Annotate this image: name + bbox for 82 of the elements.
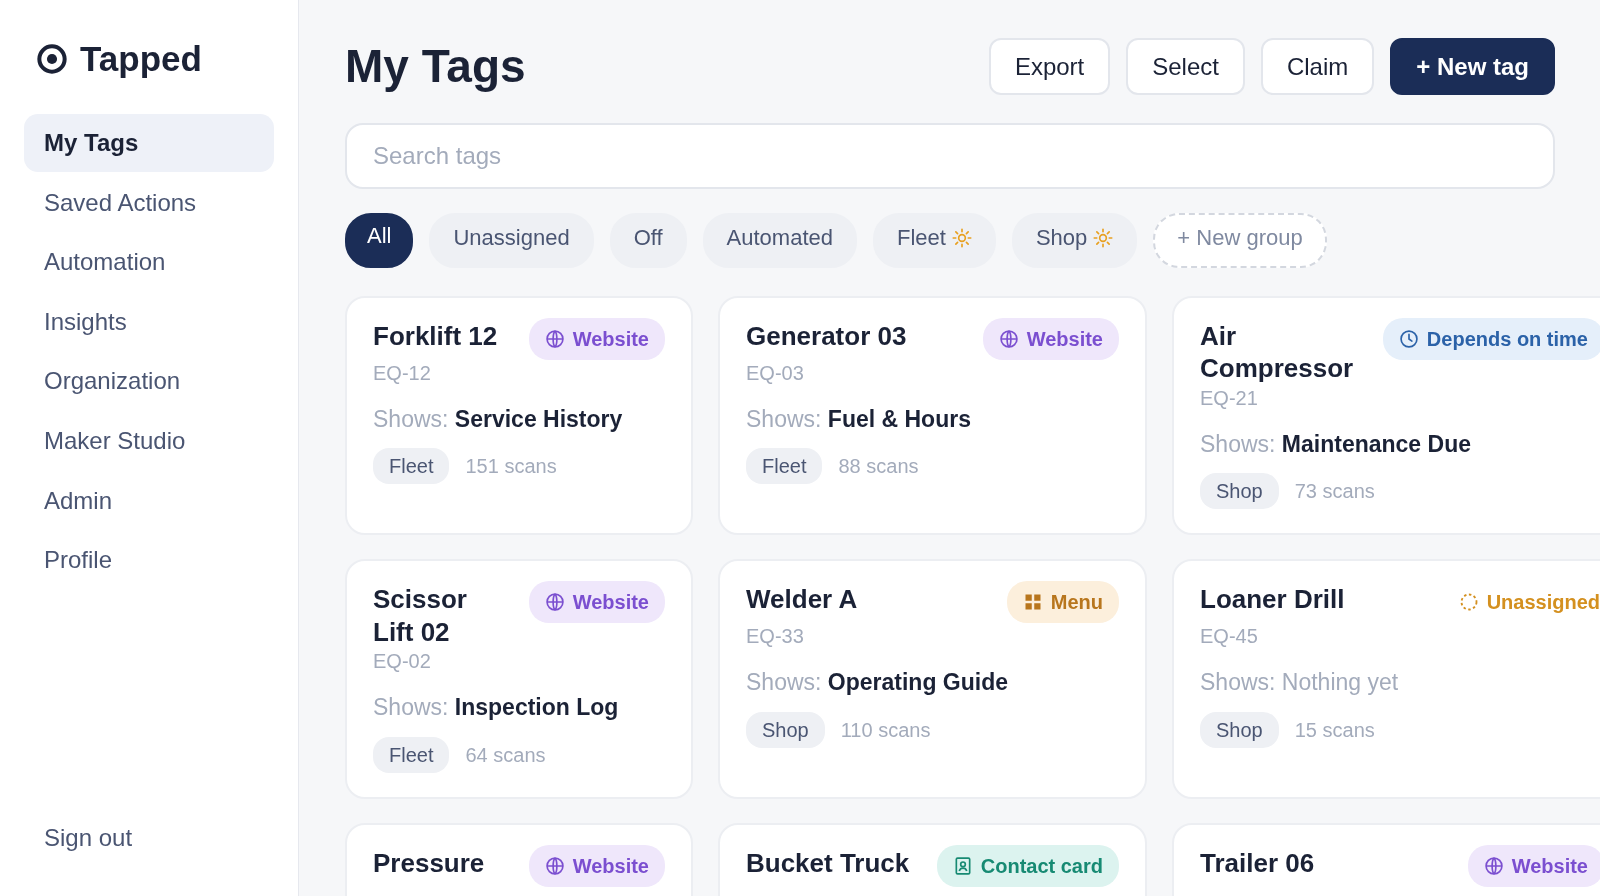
scan-count: 88 scans	[838, 454, 919, 480]
sidebar-item[interactable]: Automation	[24, 233, 274, 291]
filter-chip[interactable]: Unassigned	[429, 213, 594, 268]
tag-code: EQ-21	[1200, 385, 1259, 411]
tag-name: Scissor Lift 02	[373, 583, 468, 649]
action-badge: Website	[1467, 844, 1600, 887]
tag-name: Forklift 12	[373, 319, 498, 353]
shows-text: Shows: Operating Guide	[746, 668, 1009, 698]
group-tag: Fleet	[373, 448, 450, 485]
tag-card[interactable]: Air Compressor Depends on time EQ-21 Shows: Maintenance Due Shop 73 scans	[1172, 295, 1600, 536]
action-badge: Depends on time	[1382, 317, 1600, 360]
action-badge: Menu	[1006, 581, 1119, 624]
sign-out-link[interactable]: Sign out	[24, 820, 274, 866]
sidebar-item[interactable]: Admin	[24, 471, 274, 530]
new-tag-button[interactable]: + New tag	[1390, 38, 1555, 96]
filter-chip[interactable]: All	[345, 213, 414, 268]
sidebar-item[interactable]: Organization	[24, 352, 274, 410]
shows-text: Shows: Maintenance Due	[1200, 429, 1472, 459]
tag-card[interactable]: Pressure Website	[345, 822, 693, 896]
globe-icon	[998, 328, 1019, 349]
tag-card[interactable]: Bucket Truck Contact card	[718, 822, 1147, 896]
globe-icon	[1483, 855, 1504, 876]
tag-card[interactable]: Trailer 06 Website	[1172, 822, 1600, 896]
tag-card[interactable]: Scissor Lift 02 Website EQ-02 Shows: Inspection Log Fleet 64 scans	[345, 559, 693, 799]
tag-name: Welder A	[746, 583, 858, 616]
scan-count: 64 scans	[465, 742, 546, 768]
tag-name: Generator 03	[746, 319, 907, 353]
action-badge: Website	[528, 844, 665, 887]
action-badge: Website	[982, 317, 1119, 360]
toolbar-button[interactable]: Export	[988, 38, 1111, 96]
tag-code: EQ-33	[746, 624, 805, 650]
scan-count: 15 scans	[1294, 717, 1375, 743]
tag-code: EQ-03	[746, 360, 805, 386]
tag-name: Trailer 06	[1200, 846, 1315, 880]
tag-code: EQ-12	[373, 360, 432, 386]
clock-icon	[1398, 328, 1419, 349]
new-group-button[interactable]: + New group	[1153, 213, 1327, 268]
toolbar-button[interactable]: Select	[1126, 38, 1245, 96]
logo-icon	[36, 43, 68, 75]
tag-card[interactable]: Forklift 12 Website EQ-12 Shows: Service History Fleet 151 scans	[345, 295, 693, 536]
search-field[interactable]: Search tags	[345, 123, 1555, 190]
status-label: Unassigned	[1442, 581, 1600, 624]
action-badge: Website	[528, 317, 665, 360]
globe-icon	[544, 855, 565, 876]
group-tag: Fleet	[746, 448, 823, 485]
shows-text: Shows: Inspection Log	[373, 693, 620, 723]
page-title: My Tags	[345, 39, 526, 94]
brand-name: Tapped	[80, 38, 202, 80]
sidebar-item[interactable]: My Tags	[24, 114, 274, 172]
tag-name: Loaner Drill	[1200, 583, 1345, 616]
sidebar-item[interactable]: Profile	[24, 531, 274, 589]
tag-card[interactable]: Generator 03 Website EQ-03 Shows: Fuel & Hours Fleet 88 scans	[718, 295, 1147, 536]
filter-chip[interactable]: Fleet	[873, 213, 996, 268]
shows-text: Shows: Nothing yet	[1200, 668, 1400, 698]
sidebar-item[interactable]: Maker Studio	[24, 411, 274, 470]
filter-chip[interactable]: Shop	[1011, 213, 1138, 268]
tag-code: EQ-45	[1200, 624, 1259, 650]
tag-name: Air Compressor	[1200, 319, 1355, 385]
scan-count: 73 scans	[1294, 479, 1375, 505]
shows-text: Shows: Fuel & Hours	[746, 404, 972, 434]
action-badge: Contact card	[936, 844, 1119, 887]
filter-chip[interactable]: Off	[609, 213, 687, 268]
group-tag: Shop	[1200, 711, 1279, 748]
filter-chip[interactable]: Automated	[702, 213, 857, 268]
tag-code: EQ-02	[373, 649, 432, 675]
group-tag: Fleet	[373, 736, 450, 773]
tag-card[interactable]: Loaner Drill Unassigned EQ-45 Shows: Nothing yet Shop 15 scans	[1172, 559, 1600, 799]
sidebar-item[interactable]: Insights	[24, 292, 274, 351]
group-tag: Shop	[746, 711, 825, 748]
toolbar-button[interactable]: Claim	[1260, 38, 1375, 96]
group-tag: Shop	[1200, 473, 1279, 510]
tag-name: Bucket Truck	[746, 846, 910, 880]
shows-text: Shows: Service History	[373, 404, 624, 434]
sidebar-item[interactable]: Saved Actions	[24, 173, 274, 232]
action-badge: Website	[528, 581, 665, 624]
tag-card[interactable]: Welder A Menu EQ-33 Shows: Operating Guide Shop 110 scans	[718, 559, 1147, 799]
globe-icon	[544, 328, 565, 349]
scan-count: 110 scans	[840, 717, 931, 743]
dashed-circle-icon	[1458, 592, 1479, 613]
globe-icon	[544, 592, 565, 613]
tag-name: Pressure	[373, 846, 485, 880]
scan-count: 151 scans	[465, 454, 557, 480]
